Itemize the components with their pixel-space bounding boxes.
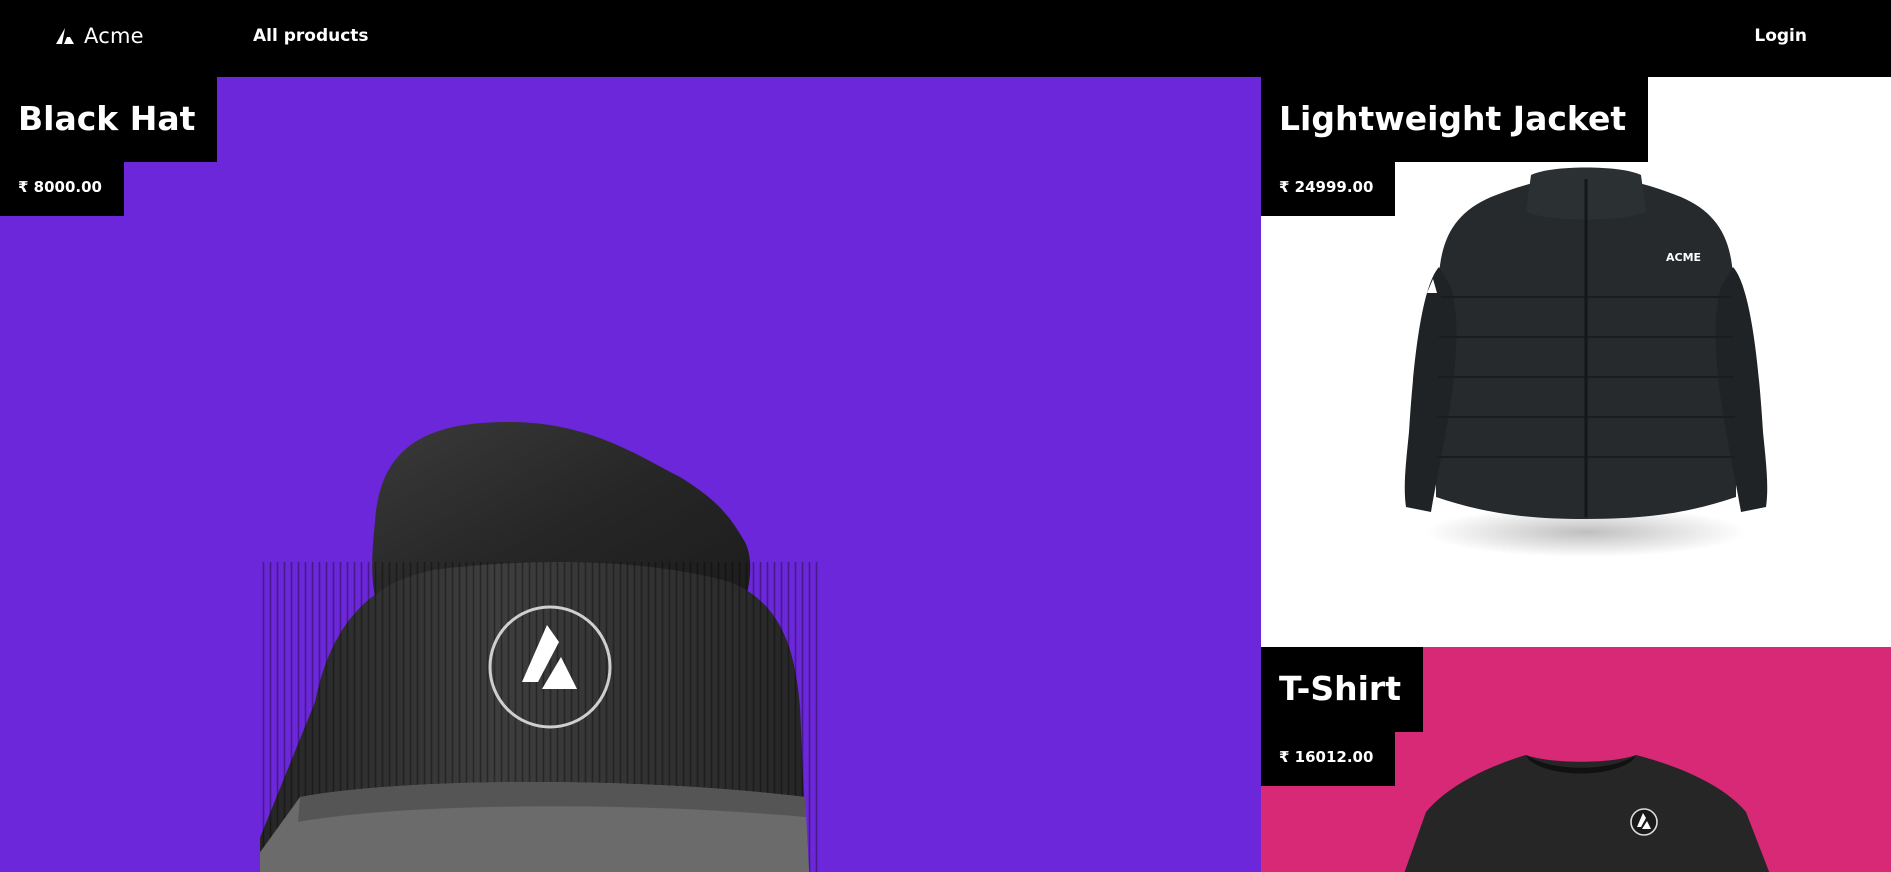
product-title: T-Shirt — [1261, 647, 1423, 732]
product-title: Lightweight Jacket — [1261, 77, 1649, 162]
product-tile-t-shirt[interactable]: T-Shirt ₹ 16012.00 — [1261, 647, 1891, 872]
lightweight-jacket-image: ACME — [1404, 167, 1768, 557]
product-price: ₹ 24999.00 — [1261, 162, 1396, 216]
t-shirt-image — [1404, 755, 1770, 872]
login-link[interactable]: Login — [1754, 26, 1807, 46]
top-navbar: Acme All products Login — [0, 0, 1891, 77]
product-tile-lightweight-jacket[interactable]: Lightweight Jacket ₹ 24999.00 ACME — [1261, 77, 1891, 647]
black-hat-image — [260, 422, 1020, 872]
acme-logo-icon — [56, 28, 74, 44]
all-products-link[interactable]: All products — [253, 26, 369, 46]
jacket-chest-print: ACME — [1666, 251, 1701, 264]
product-price: ₹ 8000.00 — [0, 162, 124, 216]
product-title: Black Hat — [0, 77, 218, 162]
brand-home-link[interactable]: Acme — [56, 24, 144, 48]
product-tile-black-hat[interactable]: Black Hat ₹ 8000.00 — [0, 77, 1261, 872]
product-price: ₹ 16012.00 — [1261, 732, 1396, 786]
brand-name: Acme — [84, 24, 144, 48]
